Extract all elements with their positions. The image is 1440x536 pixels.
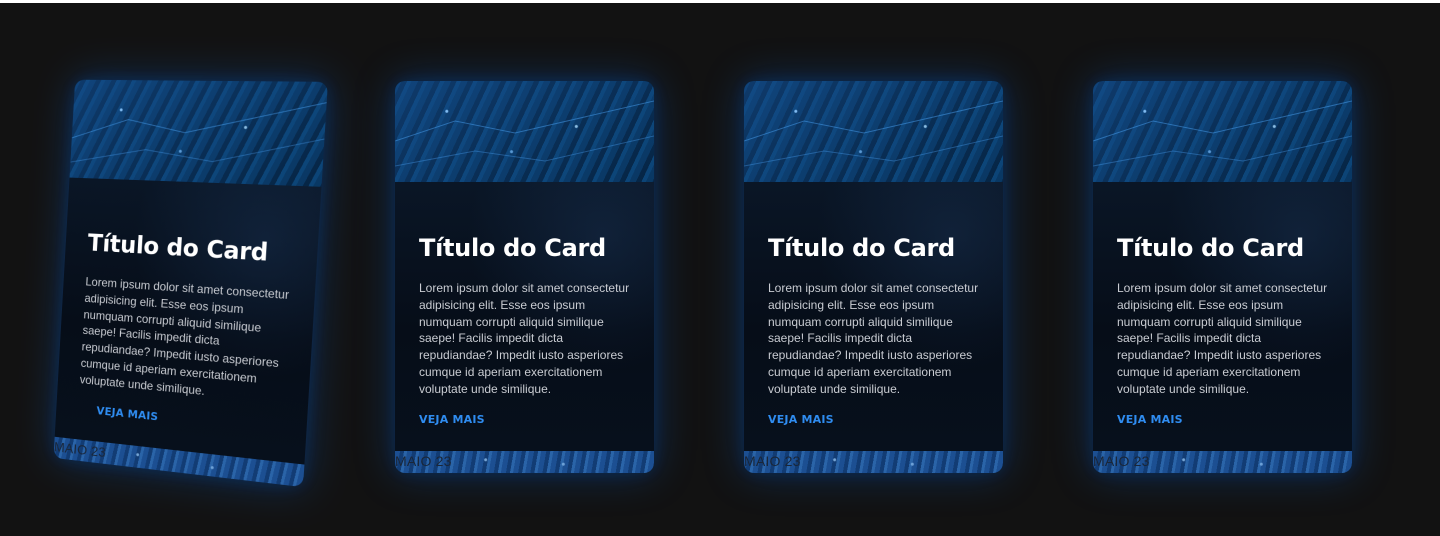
card-description: Lorem ipsum dolor sit amet consectetur a… <box>768 281 979 396</box>
card-3[interactable]: Título do Card Lorem ipsum dolor sit ame… <box>744 81 1003 473</box>
circuit-board-image <box>395 100 654 167</box>
card-2[interactable]: Título do Card Lorem ipsum dolor sit ame… <box>395 81 654 473</box>
card-1[interactable]: Título do Card Lorem ipsum dolor sit ame… <box>53 79 328 488</box>
card-footer: MAIO 23 <box>395 451 654 473</box>
card-body: Título do Card Lorem ipsum dolor sit ame… <box>395 182 654 451</box>
see-more-link[interactable]: VEJA MAIS <box>96 404 158 423</box>
circuit-board-image <box>744 100 1003 167</box>
circuit-board-image <box>1093 100 1352 167</box>
see-more-link[interactable]: VEJA MAIS <box>768 413 834 426</box>
card-description: Lorem ipsum dolor sit amet consectetur a… <box>1117 281 1328 396</box>
card-body: Título do Card Lorem ipsum dolor sit ame… <box>1093 182 1352 451</box>
card-image <box>1093 81 1352 182</box>
card-title: Título do Card <box>1117 234 1304 262</box>
card-date: MAIO 23 <box>744 453 801 469</box>
card-title: Título do Card <box>768 234 955 262</box>
card-date: MAIO 23 <box>53 438 107 461</box>
card-title: Título do Card <box>419 234 606 262</box>
page-background: Título do Card Lorem ipsum dolor sit ame… <box>0 3 1440 536</box>
card-date: MAIO 23 <box>1093 453 1150 469</box>
card-description: Lorem ipsum dolor sit amet consectetur a… <box>79 274 290 398</box>
card-image <box>69 79 328 187</box>
circuit-board-image <box>70 80 328 187</box>
card-footer: MAIO 23 <box>744 451 1003 473</box>
card-date: MAIO 23 <box>395 453 452 469</box>
card-image <box>744 81 1003 182</box>
card-footer: MAIO 23 <box>1093 451 1352 473</box>
card-body: Título do Card Lorem ipsum dolor sit ame… <box>54 177 322 465</box>
card-title: Título do Card <box>86 228 269 267</box>
card-4[interactable]: Título do Card Lorem ipsum dolor sit ame… <box>1093 81 1352 473</box>
card-body: Título do Card Lorem ipsum dolor sit ame… <box>744 182 1003 451</box>
see-more-link[interactable]: VEJA MAIS <box>1117 413 1183 426</box>
card-image <box>395 81 654 182</box>
card-description: Lorem ipsum dolor sit amet consectetur a… <box>419 281 630 396</box>
see-more-link[interactable]: VEJA MAIS <box>419 413 485 426</box>
